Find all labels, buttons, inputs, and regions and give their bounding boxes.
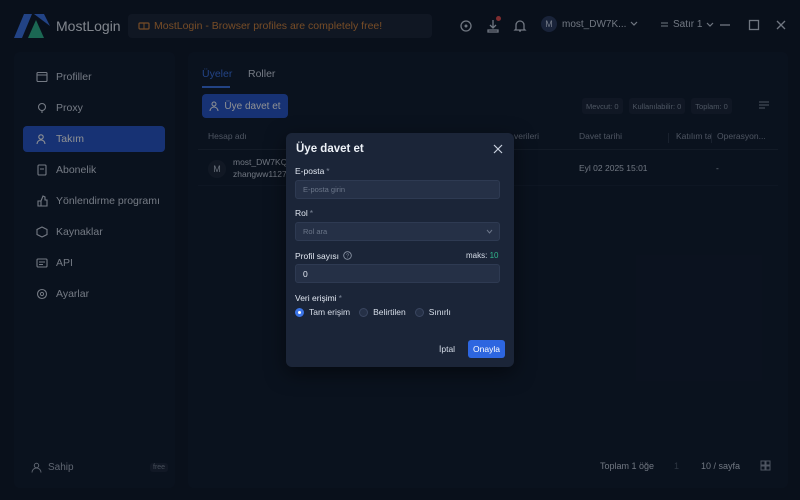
email-field[interactable]: E-posta girin xyxy=(295,180,500,199)
role-select[interactable]: Rol ara xyxy=(295,222,500,241)
radio-label: Tam erişim xyxy=(309,307,351,317)
max-profiles: maks: 10 xyxy=(466,251,499,260)
radio-full-access[interactable]: Tam erişim xyxy=(295,307,350,317)
cancel-button[interactable]: İptal xyxy=(439,344,455,354)
email-placeholder: E-posta girin xyxy=(303,185,346,194)
radio-label: Sınırlı xyxy=(428,307,451,317)
radio-button[interactable] xyxy=(295,307,304,317)
radio-button[interactable] xyxy=(414,307,424,317)
profile-count-input[interactable]: 0 xyxy=(295,264,500,283)
radio-button[interactable] xyxy=(359,307,369,317)
data-access-options: Tam erişim Belirtilen Sınırlı xyxy=(295,307,460,317)
chevron-down-icon xyxy=(486,229,493,234)
svg-text:?: ? xyxy=(346,254,349,260)
role-label: Rol * xyxy=(295,208,314,218)
role-placeholder: Rol ara xyxy=(303,227,328,236)
profile-count-label: Profil sayısı xyxy=(295,251,339,261)
help-icon[interactable]: ? xyxy=(343,251,352,260)
radio-limited[interactable]: Sınırlı xyxy=(414,307,451,317)
confirm-button[interactable]: Onayla xyxy=(468,340,505,358)
radio-specified[interactable]: Belirtilen xyxy=(359,307,406,317)
radio-label: Belirtilen xyxy=(373,307,406,317)
invite-member-dialog: Üye davet et E-posta * E-posta girin Rol *… xyxy=(286,133,514,367)
profile-count-value: 0 xyxy=(303,268,308,279)
email-label: E-posta * xyxy=(295,166,330,176)
data-access-label: Veri erişimi * xyxy=(295,293,342,303)
close-icon[interactable] xyxy=(493,144,503,154)
dialog-title: Üye davet et xyxy=(296,143,364,155)
